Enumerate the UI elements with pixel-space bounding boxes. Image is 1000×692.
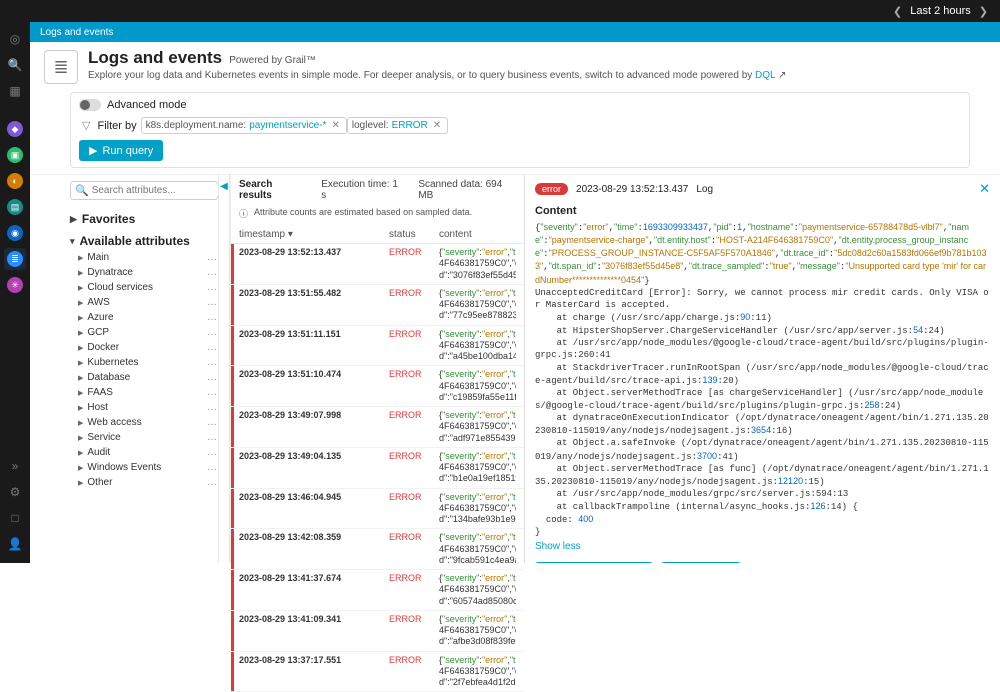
attr-group[interactable]: ▶Windows Events… xyxy=(70,460,218,475)
detail-type: Log xyxy=(696,184,713,195)
rail-app-icon[interactable]: ◆ xyxy=(4,118,26,140)
attr-group[interactable]: ▶Dynatrace… xyxy=(70,265,218,280)
breadcrumb[interactable]: Logs and events xyxy=(30,22,1000,42)
log-row[interactable]: 2023-08-29 13:41:37.674ERROR{"severity":… xyxy=(231,570,524,611)
settings-icon[interactable]: ⚙ xyxy=(4,481,26,503)
run-query-button[interactable]: ▶ Run query xyxy=(79,140,163,161)
detail-panel: error 2023-08-29 13:52:13.437 Log ✕ Cont… xyxy=(524,175,1000,563)
search-icon[interactable]: 🔍 xyxy=(4,54,26,76)
results-title: Search results xyxy=(239,179,305,201)
log-content: {"severity":"error","time":1693309933437… xyxy=(535,221,990,539)
collapse-left-icon[interactable]: ◀ xyxy=(218,175,230,563)
advanced-label: Advanced mode xyxy=(107,99,187,111)
attr-group[interactable]: ▶Azure… xyxy=(70,310,218,325)
attr-group[interactable]: ▶Kubernetes… xyxy=(70,355,218,370)
content-label: Content xyxy=(535,205,990,217)
show-less-link[interactable]: Show less xyxy=(535,541,990,552)
log-row[interactable]: 2023-08-29 13:46:04.945ERROR{"severity":… xyxy=(231,489,524,530)
log-row[interactable]: 2023-08-29 13:52:13.437ERROR{"severity":… xyxy=(231,244,524,285)
rail-app-icon[interactable]: ▣ xyxy=(4,144,26,166)
attr-group[interactable]: ▶Cloud services… xyxy=(70,280,218,295)
detail-timestamp: 2023-08-29 13:52:13.437 xyxy=(576,184,688,195)
info-icon: ⓘ xyxy=(239,207,248,220)
rail-app-icon[interactable]: ◉ xyxy=(4,222,26,244)
chip-remove-icon[interactable]: ✕ xyxy=(431,120,443,131)
filter-chip[interactable]: k8s.deployment.name: paymentservice-* ✕ xyxy=(141,117,347,134)
col-content[interactable]: content xyxy=(439,229,516,240)
attr-group[interactable]: ▶Other… xyxy=(70,475,218,490)
log-row[interactable]: 2023-08-29 13:49:07.998ERROR{"severity":… xyxy=(231,407,524,448)
filter-icon: ▽ xyxy=(79,119,93,132)
attr-group[interactable]: ▶AWS… xyxy=(70,295,218,310)
expand-icon[interactable]: » xyxy=(4,455,26,477)
time-next-icon[interactable]: ❯ xyxy=(979,5,988,18)
attr-group[interactable]: ▶Database… xyxy=(70,370,218,385)
log-row[interactable]: 2023-08-29 13:51:55.482ERROR{"severity":… xyxy=(231,285,524,326)
advanced-toggle[interactable] xyxy=(79,99,101,111)
attr-group[interactable]: ▶Docker… xyxy=(70,340,218,355)
attr-group[interactable]: ▶Audit… xyxy=(70,445,218,460)
page-icon: ≣ xyxy=(44,50,78,84)
time-prev-icon[interactable]: ❮ xyxy=(893,5,902,18)
search-icon: 🔍 xyxy=(75,184,89,197)
log-row[interactable]: 2023-08-29 13:42:08.359ERROR{"severity":… xyxy=(231,529,524,570)
help-icon[interactable]: □ xyxy=(4,507,26,529)
log-row[interactable]: 2023-08-29 13:41:09.341ERROR{"severity":… xyxy=(231,611,524,652)
attr-group[interactable]: ▶Host… xyxy=(70,400,218,415)
log-row[interactable]: 2023-08-29 13:51:11.151ERROR{"severity":… xyxy=(231,326,524,367)
search-attributes-input[interactable]: 🔍 xyxy=(70,181,218,200)
rail-app-icon[interactable]: ◐ xyxy=(4,170,26,192)
log-row[interactable]: 2023-08-29 13:37:17.551ERROR{"severity":… xyxy=(231,652,524,692)
available-attrs-header[interactable]: ▾Available attributes xyxy=(70,234,218,248)
rail-app-icon[interactable]: ▤ xyxy=(4,196,26,218)
powered-by: Powered by Grail™ xyxy=(229,55,316,66)
dql-link[interactable]: DQL xyxy=(755,70,775,81)
chip-remove-icon[interactable]: ✕ xyxy=(329,120,341,131)
external-icon: ↗ xyxy=(778,70,786,81)
user-icon[interactable]: 👤 xyxy=(4,533,26,555)
col-timestamp[interactable]: timestamp ▾ xyxy=(239,229,389,240)
rail-app-icon[interactable]: ✳ xyxy=(4,274,26,296)
attr-group[interactable]: ▶GCP… xyxy=(70,325,218,340)
filter-by-label: Filter by xyxy=(97,120,136,132)
apps-icon[interactable]: ▦ xyxy=(4,80,26,102)
attr-count-note: Attribute counts are estimated based on … xyxy=(254,207,472,220)
attr-group[interactable]: ▶FAAS… xyxy=(70,385,218,400)
col-status[interactable]: status xyxy=(389,229,439,240)
page-subtitle: Explore your log data and Kubernetes eve… xyxy=(88,70,786,81)
page-title: Logs and events xyxy=(88,48,222,67)
attr-group[interactable]: ▶Main… xyxy=(70,250,218,265)
filter-bar: Advanced mode ▽ Filter by k8s.deployment… xyxy=(70,92,970,168)
nav-icon[interactable]: ◎ xyxy=(4,28,26,50)
attr-group[interactable]: ▶Web access… xyxy=(70,415,218,430)
logs-app-icon[interactable]: ≣ xyxy=(4,248,26,270)
severity-badge: error xyxy=(535,183,568,195)
nav-rail: ◎ 🔍 ▦ ◆ ▣ ◐ ▤ ◉ ≣ ✳ » ⚙ □ 👤 xyxy=(0,22,30,563)
log-row[interactable]: 2023-08-29 13:51:10.474ERROR{"severity":… xyxy=(231,366,524,407)
time-range[interactable]: Last 2 hours xyxy=(910,5,971,17)
close-icon[interactable]: ✕ xyxy=(979,181,990,197)
log-row[interactable]: 2023-08-29 13:49:04.135ERROR{"severity":… xyxy=(231,448,524,489)
attr-group[interactable]: ▶Service… xyxy=(70,430,218,445)
favorites-header[interactable]: ▶Favorites xyxy=(70,212,218,226)
filter-chip[interactable]: loglevel: ERROR ✕ xyxy=(347,117,448,134)
